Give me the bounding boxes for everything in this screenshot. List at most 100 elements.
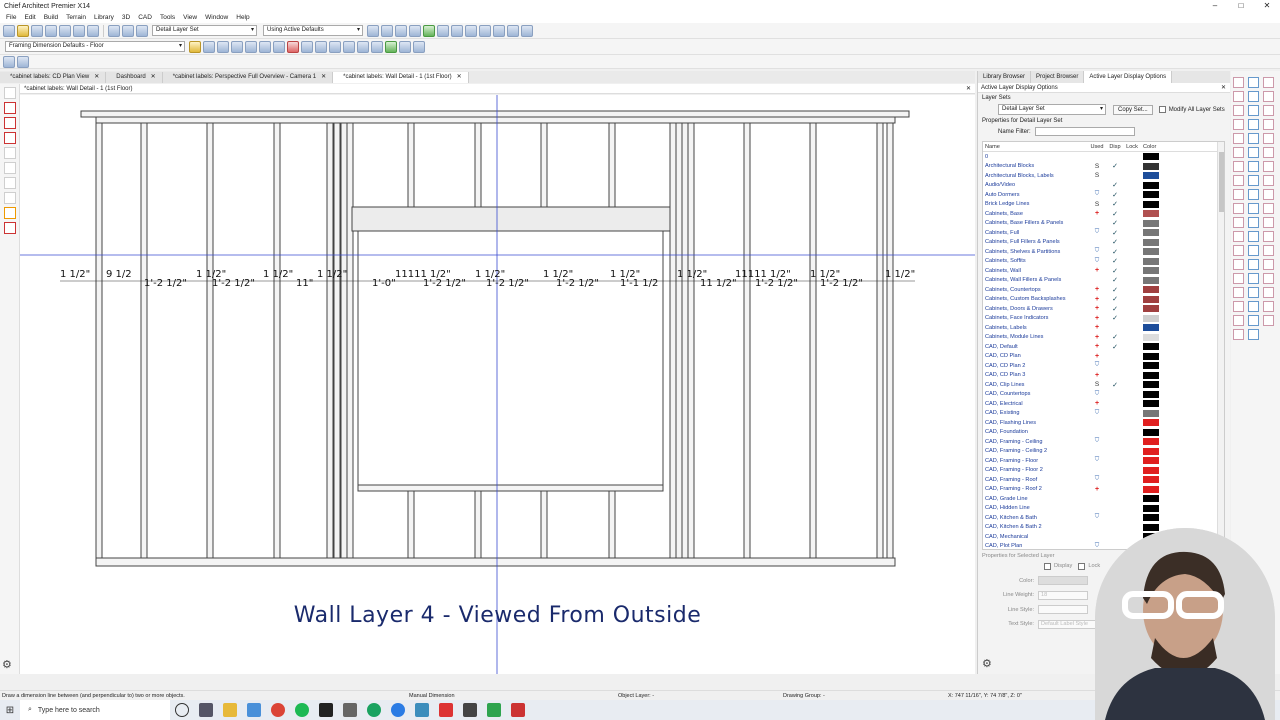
window-tool-icon[interactable]: [4, 132, 16, 144]
print-icon[interactable]: [45, 24, 57, 37]
layer-row[interactable]: CAD, Existing ⛉: [983, 409, 1224, 419]
layer-color-swatch[interactable]: [1143, 229, 1159, 237]
app-icon[interactable]: [511, 703, 525, 717]
layer-display-checkbox[interactable]: ✓: [1107, 210, 1123, 218]
menu-cad[interactable]: CAD: [134, 14, 156, 21]
close-panel-icon[interactable]: ✕: [1221, 83, 1226, 93]
app-icon[interactable]: [367, 703, 381, 717]
task-view-icon[interactable]: [199, 703, 213, 717]
layer-color-swatch[interactable]: [1143, 200, 1159, 208]
tab-cd-plan[interactable]: *cabinet labels: CD Plan View ✕: [0, 72, 107, 83]
tab-wall-detail[interactable]: *cabinet labels: Wall Detail - 1 (1st Fl…: [333, 72, 469, 83]
layer-color-swatch[interactable]: [1143, 314, 1159, 322]
house-icon[interactable]: [395, 24, 407, 37]
layer-set-combo[interactable]: Detail Layer Set: [152, 25, 257, 36]
cad-tool-icon[interactable]: [1233, 174, 1244, 186]
cad-tool-icon[interactable]: [1248, 314, 1259, 326]
section-icon[interactable]: [371, 40, 383, 53]
close-view-icon[interactable]: ✕: [966, 84, 971, 94]
cad-tool-icon[interactable]: [1248, 272, 1259, 284]
menu-help[interactable]: Help: [232, 14, 253, 21]
layer-color-swatch[interactable]: [1143, 257, 1159, 265]
cut-icon[interactable]: [87, 24, 99, 37]
store-icon[interactable]: [247, 703, 261, 717]
layer-color-swatch[interactable]: [1143, 286, 1159, 294]
cad-tool-icon[interactable]: [1248, 230, 1259, 242]
windows-start-icon[interactable]: ⊞: [0, 700, 20, 720]
layer-display-checkbox[interactable]: ✓: [1107, 314, 1123, 322]
cad-tool-icon[interactable]: [1233, 76, 1244, 88]
cad-tool-icon[interactable]: [1248, 132, 1259, 144]
tab-perspective[interactable]: *cabinet labels: Perspective Full Overvi…: [162, 72, 334, 83]
framing-defaults-combo[interactable]: Framing Dimension Defaults - Floor: [5, 41, 185, 52]
layer-color-swatch[interactable]: [1143, 276, 1159, 284]
cad-tool-icon[interactable]: [1263, 90, 1274, 102]
render-icon[interactable]: [437, 24, 449, 37]
calculator-icon[interactable]: [415, 703, 429, 717]
layout-icon[interactable]: [329, 40, 341, 53]
minimize-icon[interactable]: –: [1202, 0, 1228, 12]
layer-row[interactable]: CAD, Framing - Roof 2 +: [983, 485, 1224, 495]
cad-tool-icon[interactable]: [1248, 174, 1259, 186]
layer-row[interactable]: CAD, Clip Lines S ✓: [983, 380, 1224, 390]
zoom-icon[interactable]: [367, 24, 379, 37]
layer-display-checkbox[interactable]: ✓: [1107, 181, 1123, 189]
cad-tool-icon[interactable]: [1248, 328, 1259, 340]
layer-color-swatch[interactable]: [1143, 504, 1159, 512]
layer-row[interactable]: CAD, Framing - Ceiling ⛉: [983, 437, 1224, 447]
cad-tool-icon[interactable]: [1233, 160, 1244, 172]
app-icon[interactable]: [487, 703, 501, 717]
layer-color-swatch[interactable]: [1143, 400, 1159, 408]
layer-row[interactable]: Audio/Video ✓: [983, 181, 1224, 191]
menu-terrain[interactable]: Terrain: [62, 14, 90, 21]
app-icon[interactable]: [343, 703, 357, 717]
layer-row[interactable]: CAD, CD Plan +: [983, 352, 1224, 362]
cad-tool-icon[interactable]: [1248, 104, 1259, 116]
layer-display-checkbox[interactable]: ✓: [1107, 257, 1123, 265]
layer-color-swatch[interactable]: [1143, 485, 1159, 493]
drawing-canvas[interactable]: 1 1/2" 9 1/2 1 1/2" 1 1/2" 1 1/2" 11111 1/2" 1…: [2, 95, 975, 674]
text-icon[interactable]: [217, 40, 229, 53]
cad-tool-icon[interactable]: [1248, 258, 1259, 270]
layer-color-swatch[interactable]: [1143, 438, 1159, 446]
layer-display-checkbox[interactable]: ✓: [1107, 295, 1123, 303]
tab-project-browser[interactable]: Project Browser: [1031, 71, 1085, 83]
layer-color-swatch[interactable]: [1143, 153, 1159, 161]
select-tool-icon[interactable]: [4, 87, 16, 99]
chrome-icon[interactable]: [271, 703, 285, 717]
window-icon[interactable]: [451, 24, 463, 37]
cad-tool-icon[interactable]: [1233, 90, 1244, 102]
material-icon[interactable]: [399, 40, 411, 53]
active-defaults-combo[interactable]: Using Active Defaults: [263, 25, 363, 36]
grid-icon[interactable]: [315, 40, 327, 53]
cad-tool-icon[interactable]: [1233, 314, 1244, 326]
cad-tool-icon[interactable]: [4, 222, 16, 234]
file-explorer-icon[interactable]: [223, 703, 237, 717]
layer-row[interactable]: Architectural Blocks S ✓: [983, 162, 1224, 172]
layer-row[interactable]: Cabinets, Shelves & Partitions ⛉ ✓: [983, 247, 1224, 257]
dimension-tool-icon[interactable]: [4, 192, 16, 204]
polyline-icon[interactable]: [287, 40, 299, 53]
layer-color-swatch[interactable]: [1143, 419, 1159, 427]
layer-row[interactable]: Cabinets, Custom Backsplashes + ✓: [983, 295, 1224, 305]
chief-architect-icon[interactable]: [463, 703, 477, 717]
redo-icon[interactable]: [73, 24, 85, 37]
layer-row[interactable]: Cabinets, Soffits ⛉ ✓: [983, 257, 1224, 267]
text-tool-icon[interactable]: [4, 207, 16, 219]
cad-tool-icon[interactable]: [1248, 216, 1259, 228]
plan-icon[interactable]: [343, 40, 355, 53]
layer-display-checkbox[interactable]: ✓: [1107, 229, 1123, 237]
view-icon[interactable]: [381, 24, 393, 37]
layer-color-swatch[interactable]: [1143, 457, 1159, 465]
cad-tool-icon[interactable]: [1263, 286, 1274, 298]
layer-row[interactable]: 0: [983, 152, 1224, 162]
layer-row[interactable]: Cabinets, Full Fillers & Panels ✓: [983, 238, 1224, 248]
layer-row[interactable]: CAD, CD Plan 3 +: [983, 371, 1224, 381]
cad-tool-icon[interactable]: [1233, 244, 1244, 256]
layer-color-swatch[interactable]: [1143, 172, 1159, 180]
door-tool-icon[interactable]: [4, 117, 16, 129]
cad-tool-icon[interactable]: [1263, 314, 1274, 326]
cad-tool-icon[interactable]: [1263, 202, 1274, 214]
layer-row[interactable]: CAD, CD Plan 2 ⛉: [983, 361, 1224, 371]
layer-row[interactable]: Cabinets, Base Fillers & Panels ✓: [983, 219, 1224, 229]
